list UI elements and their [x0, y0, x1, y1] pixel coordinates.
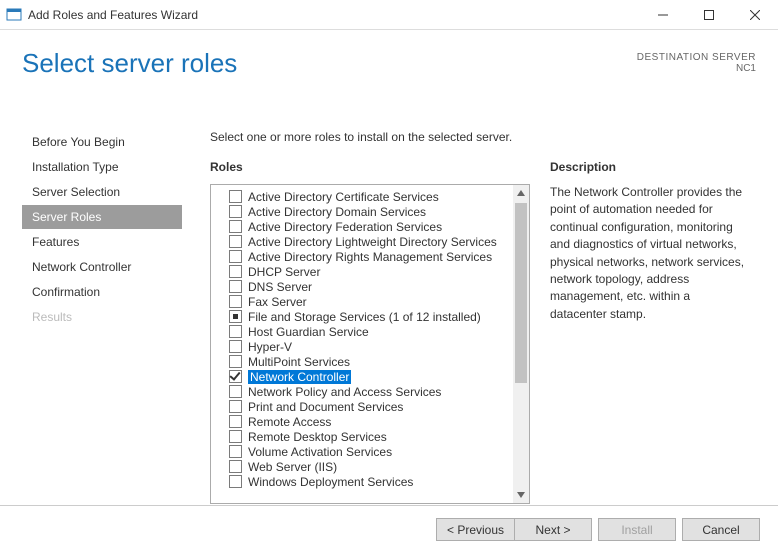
- role-label[interactable]: Windows Deployment Services: [248, 475, 413, 489]
- role-checkbox[interactable]: [229, 400, 242, 413]
- role-checkbox[interactable]: [229, 415, 242, 428]
- scroll-thumb[interactable]: [515, 203, 527, 383]
- sidebar-item-network-controller[interactable]: Network Controller: [22, 255, 182, 279]
- role-checkbox[interactable]: [229, 295, 242, 308]
- role-label[interactable]: Network Controller: [248, 370, 351, 384]
- role-checkbox[interactable]: [229, 265, 242, 278]
- role-label[interactable]: File and Storage Services (1 of 12 insta…: [248, 310, 481, 324]
- sidebar-item-server-selection[interactable]: Server Selection: [22, 180, 182, 204]
- description-heading: Description: [550, 160, 750, 174]
- role-row[interactable]: Volume Activation Services: [229, 444, 513, 459]
- role-checkbox[interactable]: [229, 310, 242, 323]
- cancel-button[interactable]: Cancel: [682, 518, 760, 541]
- wizard-steps: Before You Begin Installation Type Serve…: [22, 130, 182, 330]
- role-row[interactable]: Host Guardian Service: [229, 324, 513, 339]
- role-checkbox[interactable]: [229, 280, 242, 293]
- role-row[interactable]: Active Directory Rights Management Servi…: [229, 249, 513, 264]
- role-checkbox[interactable]: [229, 370, 242, 383]
- role-row[interactable]: DNS Server: [229, 279, 513, 294]
- scroll-up-icon[interactable]: [513, 185, 529, 201]
- role-row[interactable]: Hyper-V: [229, 339, 513, 354]
- role-checkbox[interactable]: [229, 220, 242, 233]
- close-button[interactable]: [732, 0, 778, 30]
- role-row[interactable]: Print and Document Services: [229, 399, 513, 414]
- description-text: The Network Controller provides the poin…: [550, 184, 750, 323]
- sidebar-item-results: Results: [22, 305, 182, 329]
- role-checkbox[interactable]: [229, 385, 242, 398]
- install-button: Install: [598, 518, 676, 541]
- role-row[interactable]: Active Directory Certificate Services: [229, 189, 513, 204]
- role-label[interactable]: Network Policy and Access Services: [248, 385, 441, 399]
- scroll-down-icon[interactable]: [513, 487, 529, 503]
- role-row[interactable]: Active Directory Domain Services: [229, 204, 513, 219]
- role-label[interactable]: Active Directory Certificate Services: [248, 190, 439, 204]
- destination-value: NC1: [637, 63, 756, 74]
- role-label[interactable]: DNS Server: [248, 280, 312, 294]
- role-row[interactable]: Active Directory Federation Services: [229, 219, 513, 234]
- role-checkbox[interactable]: [229, 325, 242, 338]
- role-row[interactable]: Remote Access: [229, 414, 513, 429]
- role-checkbox[interactable]: [229, 355, 242, 368]
- roles-heading: Roles: [210, 160, 530, 174]
- role-checkbox[interactable]: [229, 190, 242, 203]
- app-icon: [6, 7, 22, 23]
- role-row[interactable]: Windows Deployment Services: [229, 474, 513, 489]
- role-row[interactable]: Network Controller: [229, 369, 513, 384]
- wizard-footer: < Previous Next > Install Cancel: [0, 505, 778, 553]
- role-label[interactable]: Remote Desktop Services: [248, 430, 387, 444]
- role-label[interactable]: Hyper-V: [248, 340, 292, 354]
- role-row[interactable]: DHCP Server: [229, 264, 513, 279]
- role-checkbox[interactable]: [229, 430, 242, 443]
- role-row[interactable]: Remote Desktop Services: [229, 429, 513, 444]
- role-checkbox[interactable]: [229, 340, 242, 353]
- role-label[interactable]: Volume Activation Services: [248, 445, 392, 459]
- role-checkbox[interactable]: [229, 235, 242, 248]
- role-label[interactable]: Web Server (IIS): [248, 460, 337, 474]
- role-label[interactable]: Fax Server: [248, 295, 307, 309]
- roles-listbox[interactable]: Active Directory Certificate ServicesAct…: [210, 184, 530, 504]
- destination-server: DESTINATION SERVER NC1: [637, 52, 756, 74]
- role-label[interactable]: Active Directory Federation Services: [248, 220, 442, 234]
- sidebar-item-installation-type[interactable]: Installation Type: [22, 155, 182, 179]
- role-checkbox[interactable]: [229, 250, 242, 263]
- role-checkbox[interactable]: [229, 205, 242, 218]
- sidebar-item-features[interactable]: Features: [22, 230, 182, 254]
- role-label[interactable]: Print and Document Services: [248, 400, 403, 414]
- previous-button[interactable]: < Previous: [436, 518, 514, 541]
- sidebar-item-server-roles[interactable]: Server Roles: [22, 205, 182, 229]
- next-button[interactable]: Next >: [514, 518, 592, 541]
- role-label[interactable]: DHCP Server: [248, 265, 320, 279]
- role-row[interactable]: Fax Server: [229, 294, 513, 309]
- role-checkbox[interactable]: [229, 475, 242, 488]
- role-label[interactable]: Active Directory Rights Management Servi…: [248, 250, 492, 264]
- role-label[interactable]: Active Directory Domain Services: [248, 205, 426, 219]
- minimize-button[interactable]: [640, 0, 686, 30]
- role-row[interactable]: Active Directory Lightweight Directory S…: [229, 234, 513, 249]
- role-label[interactable]: Active Directory Lightweight Directory S…: [248, 235, 497, 249]
- role-row[interactable]: ▷File and Storage Services (1 of 12 inst…: [229, 309, 513, 324]
- role-label[interactable]: Remote Access: [248, 415, 331, 429]
- sidebar-item-confirmation[interactable]: Confirmation: [22, 280, 182, 304]
- role-row[interactable]: Network Policy and Access Services: [229, 384, 513, 399]
- destination-label: DESTINATION SERVER: [637, 52, 756, 63]
- role-row[interactable]: Web Server (IIS): [229, 459, 513, 474]
- role-checkbox[interactable]: [229, 445, 242, 458]
- role-label[interactable]: MultiPoint Services: [248, 355, 350, 369]
- instruction-text: Select one or more roles to install on t…: [210, 130, 750, 144]
- window-title: Add Roles and Features Wizard: [28, 8, 640, 22]
- scrollbar[interactable]: [513, 185, 529, 503]
- sidebar-item-before-you-begin[interactable]: Before You Begin: [22, 130, 182, 154]
- maximize-button[interactable]: [686, 0, 732, 30]
- role-checkbox[interactable]: [229, 460, 242, 473]
- role-label[interactable]: Host Guardian Service: [248, 325, 369, 339]
- titlebar: Add Roles and Features Wizard: [0, 0, 778, 30]
- role-row[interactable]: MultiPoint Services: [229, 354, 513, 369]
